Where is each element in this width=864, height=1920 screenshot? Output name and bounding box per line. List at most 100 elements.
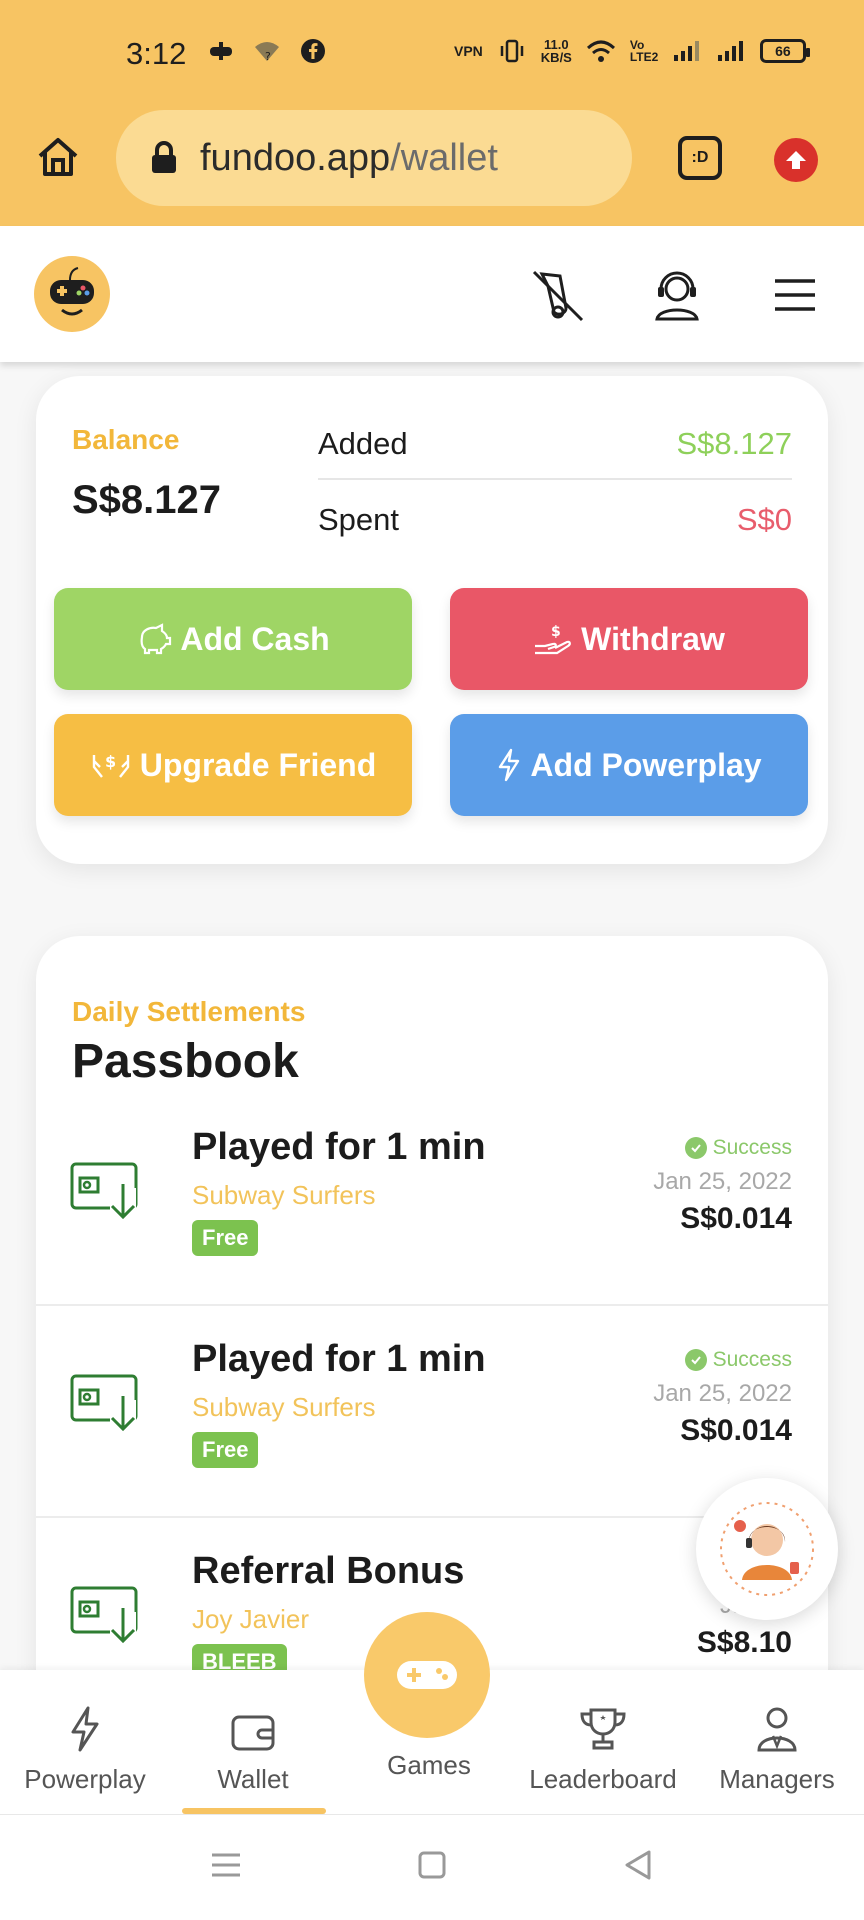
withdraw-button[interactable]: $ Withdraw bbox=[450, 588, 808, 690]
transaction-title: Referral Bonus bbox=[192, 1550, 465, 1592]
wallet-download-icon bbox=[70, 1586, 138, 1644]
upgrade-friend-label: Upgrade Friend bbox=[139, 746, 377, 783]
battery-icon: 66 bbox=[759, 39, 810, 63]
status-bar: 3:12 ? VPN 11.0 KB/S Vo LTE2 66 bbox=[0, 0, 864, 110]
wifi-icon bbox=[586, 36, 616, 66]
fundoo-logo[interactable] bbox=[34, 256, 110, 332]
nav-games[interactable]: Games bbox=[344, 1750, 514, 1781]
recent-apps-icon[interactable] bbox=[206, 1845, 246, 1885]
transaction-referrer: Joy Javier bbox=[192, 1604, 310, 1634]
nav-games-label: Games bbox=[387, 1750, 471, 1780]
added-value: S$8.127 bbox=[676, 426, 793, 461]
add-powerplay-label: Add Powerplay bbox=[530, 746, 762, 783]
status-badge: Success bbox=[684, 1348, 792, 1372]
back-triangle-icon[interactable] bbox=[618, 1845, 658, 1885]
address-bar[interactable]: fundoo.app/wallet bbox=[116, 110, 632, 206]
transaction-amount: S$0.014 bbox=[680, 1414, 792, 1447]
status-time: 3:12 bbox=[126, 36, 187, 71]
nav-leaderboard-label: Leaderboard bbox=[529, 1764, 677, 1794]
manager-icon bbox=[757, 1707, 797, 1752]
network-speed-unit: KB/S bbox=[540, 50, 572, 65]
transaction-row[interactable]: Played for 1 min Subway Surfers Free Suc… bbox=[36, 1308, 828, 1518]
upgrade-friend-button[interactable]: $ Upgrade Friend bbox=[54, 714, 412, 816]
nav-powerplay[interactable]: Powerplay bbox=[0, 1696, 170, 1795]
url-path: /wallet bbox=[390, 136, 498, 179]
transaction-tag: Free bbox=[192, 1220, 259, 1256]
vpn-icon: VPN bbox=[454, 43, 483, 59]
status-text: Success bbox=[712, 1348, 792, 1371]
url-text: fundoo.app/wallet bbox=[200, 137, 498, 180]
svg-text:$: $ bbox=[551, 624, 561, 640]
balance-label: Balance bbox=[72, 424, 180, 455]
transaction-game: Subway Surfers bbox=[192, 1180, 376, 1210]
signal-strength-icon bbox=[672, 36, 702, 66]
url-domain: fundoo.app bbox=[200, 136, 391, 179]
support-agent-avatar-icon bbox=[720, 1502, 814, 1596]
status-text: Success bbox=[712, 1136, 792, 1159]
browser-chrome: 3:12 ? VPN 11.0 KB/S Vo LTE2 66 fundoo.a… bbox=[0, 0, 864, 226]
status-badge: Success bbox=[684, 1136, 792, 1160]
passbook-subtitle: Daily Settlements bbox=[72, 996, 306, 1027]
vibrate-icon bbox=[497, 36, 527, 66]
battery-level: 66 bbox=[775, 43, 791, 59]
nav-wallet-label: Wallet bbox=[217, 1764, 289, 1794]
volte-icon: Vo LTE2 bbox=[629, 38, 659, 64]
wallet-download-icon bbox=[70, 1374, 138, 1432]
nav-wallet[interactable]: Wallet bbox=[168, 1696, 338, 1795]
transaction-amount: S$8.10 bbox=[696, 1626, 792, 1659]
spent-value: S$0 bbox=[736, 502, 792, 537]
check-circle-icon bbox=[684, 1349, 707, 1371]
transaction-title: Played for 1 min bbox=[192, 1338, 486, 1380]
support-chat-button[interactable] bbox=[696, 1478, 838, 1620]
spent-label: Spent bbox=[318, 502, 400, 537]
facebook-icon bbox=[298, 36, 328, 66]
add-cash-button[interactable]: Add Cash bbox=[54, 588, 412, 690]
add-powerplay-button[interactable]: Add Powerplay bbox=[450, 714, 808, 816]
added-label: Added bbox=[318, 426, 408, 461]
nav-leaderboard[interactable]: Leaderboard bbox=[518, 1696, 688, 1795]
svg-text:?: ? bbox=[265, 50, 271, 63]
no-ads-icon[interactable] bbox=[528, 266, 586, 324]
svg-text:$: $ bbox=[105, 752, 116, 771]
home-button[interactable] bbox=[34, 132, 82, 180]
balance-card: Balance S$8.127 Added S$8.127 Spent S$0 … bbox=[36, 376, 828, 864]
game-controller-notification-icon bbox=[206, 36, 236, 66]
trophy-icon bbox=[580, 1708, 626, 1750]
piggy-bank-icon bbox=[140, 623, 172, 655]
transaction-tag: Free bbox=[192, 1432, 259, 1468]
hamburger-menu-icon[interactable] bbox=[766, 266, 824, 324]
balance-value: S$8.127 bbox=[72, 478, 222, 522]
tab-switcher-button[interactable]: :D bbox=[678, 136, 722, 180]
update-button[interactable] bbox=[774, 138, 818, 182]
nav-powerplay-label: Powerplay bbox=[24, 1764, 146, 1794]
transaction-game: Subway Surfers bbox=[192, 1392, 376, 1422]
support-agent-icon[interactable] bbox=[648, 266, 706, 324]
games-button[interactable] bbox=[364, 1612, 490, 1738]
wifi-question-icon: ? bbox=[252, 36, 282, 66]
hand-money-icon: $ bbox=[535, 624, 572, 655]
app-header bbox=[0, 226, 864, 362]
system-navigation-bar bbox=[0, 1814, 864, 1920]
arrow-up-icon bbox=[786, 151, 806, 169]
hands-money-icon: $ bbox=[92, 752, 129, 778]
gamepad-icon bbox=[397, 1661, 457, 1689]
transaction-date: Jan 25, 2022 bbox=[653, 1168, 792, 1195]
wallet-download-icon bbox=[70, 1162, 138, 1220]
check-circle-icon bbox=[684, 1137, 707, 1159]
withdraw-label: Withdraw bbox=[581, 620, 725, 657]
transaction-title: Played for 1 min bbox=[192, 1126, 486, 1168]
nav-managers-label: Managers bbox=[719, 1764, 835, 1794]
home-square-icon[interactable] bbox=[412, 1845, 452, 1885]
transaction-date: Jan 25, 2022 bbox=[653, 1380, 792, 1407]
wallet-icon bbox=[231, 1715, 275, 1751]
transaction-row[interactable]: Played for 1 min Subway Surfers Free Suc… bbox=[36, 1096, 828, 1306]
lightning-icon bbox=[499, 748, 520, 782]
url-bar-row: fundoo.app/wallet :D bbox=[0, 110, 864, 210]
signal-strength-2-icon bbox=[716, 36, 746, 66]
lightning-icon bbox=[71, 1706, 99, 1752]
nav-managers[interactable]: Managers bbox=[692, 1696, 862, 1795]
add-cash-label: Add Cash bbox=[180, 620, 330, 657]
lock-icon bbox=[152, 141, 176, 173]
spent-row: Spent S$0 bbox=[318, 502, 792, 538]
transaction-amount: S$0.014 bbox=[680, 1202, 792, 1235]
